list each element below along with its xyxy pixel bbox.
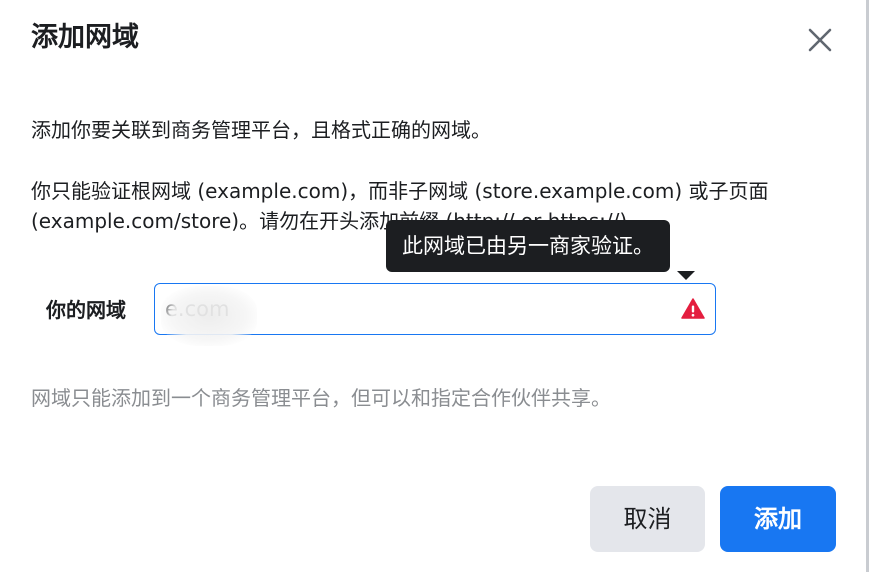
domain-input[interactable] [165,284,665,334]
description-primary: 添加你要关联到商务管理平台，且格式正确的网域。 [31,118,491,142]
warning-icon [681,298,705,319]
dialog-title: 添加网域 [31,22,139,53]
domain-hint: 网域只能添加到一个商务管理平台，但可以和指定合作伙伴共享。 [31,386,611,410]
add-domain-dialog: 添加网域 添加你要关联到商务管理平台，且格式正确的网域。 你只能验证根网域 (e… [0,0,869,572]
close-button[interactable] [804,24,836,56]
close-icon [808,28,832,52]
domain-input-container[interactable] [154,283,716,346]
error-tooltip: 此网域已由另一商家验证。 [386,220,670,272]
domain-field-label: 你的网域 [46,298,126,322]
cancel-button[interactable]: 取消 [590,486,705,552]
tooltip-arrow [677,271,695,280]
add-button[interactable]: 添加 [720,486,836,552]
